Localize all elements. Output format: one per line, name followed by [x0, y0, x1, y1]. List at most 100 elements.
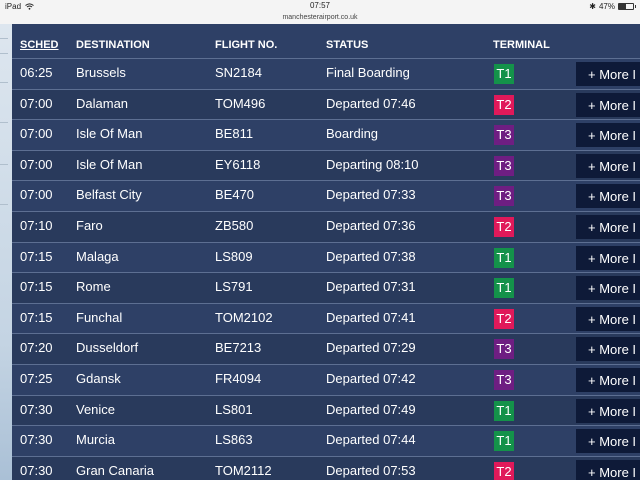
flight-row: 06:25 Brussels SN2184 Final Boarding T1 + Mor…: [12, 58, 640, 89]
flight-number: LS863: [215, 432, 253, 448]
destination: Brussels: [76, 65, 126, 80]
sched-time: 07:10: [20, 218, 53, 233]
battery-tip: [635, 5, 636, 8]
destination: Funchal: [76, 309, 123, 325]
status-bar: iPad 07:57 ✱ 47%: [0, 0, 640, 13]
flight-number: TOM496: [215, 95, 266, 111]
flight-row: 07:15 Rome LS791 Departed 07:31 T1 + More I: [12, 272, 640, 304]
clock: 07:57: [309, 1, 331, 10]
destination: Malaga: [76, 248, 119, 264]
terminal-badge: T1: [494, 278, 514, 299]
flight-row: 07:30 Gran Canaria TOM2112 Departed 07:53 T2…: [12, 455, 640, 480]
sched-time: 07:15: [20, 248, 53, 264]
more-info-button[interactable]: + More I: [576, 337, 640, 362]
more-info-button[interactable]: + More I: [576, 429, 640, 454]
flight-status: Departed 07:38: [326, 248, 416, 264]
flight-status: Departed 07:31: [326, 279, 416, 295]
more-info-button[interactable]: + More I: [576, 62, 640, 86]
sched-time: 07:00: [20, 187, 53, 203]
flight-row: 07:25 Gdansk FR4094 Departed 07:42 T3 + More …: [12, 364, 640, 395]
destination: Belfast City: [76, 187, 142, 203]
status-right: ✱ 47%: [589, 2, 636, 11]
more-info-button[interactable]: + More I: [576, 123, 640, 148]
flight-number: SN2184: [215, 65, 262, 80]
flight-row: 07:00 Belfast City BE470 Departed 07:33 T3 + …: [12, 180, 640, 211]
flight-number: TOM2112: [215, 462, 272, 478]
flight-number: TOM2102: [215, 309, 273, 325]
sched-time: 07:00: [20, 156, 53, 172]
terminal-badge: T2: [494, 94, 514, 115]
sched-time: 07:15: [20, 279, 53, 295]
more-info-button[interactable]: + More I: [576, 153, 640, 178]
flight-status: Departed 07:44: [326, 432, 416, 448]
more-info-button[interactable]: + More I: [576, 306, 640, 331]
flight-status: Departed 07:33: [326, 187, 416, 203]
flight-number: LS791: [215, 279, 253, 295]
more-info-button[interactable]: + More I: [576, 245, 640, 270]
terminal-badge: T3: [494, 125, 514, 146]
more-info-button[interactable]: + More I: [576, 398, 640, 423]
flight-number: ZB580: [215, 218, 254, 233]
flight-status: Departed 07:41: [326, 309, 416, 325]
terminal-badge: T2: [494, 308, 514, 329]
more-info-button[interactable]: + More I: [576, 184, 640, 209]
flight-status: Departed 07:42: [326, 371, 416, 386]
flight-row: 07:00 Isle Of Man EY6118 Departing 08:10 T3 +…: [12, 149, 640, 181]
terminal-badge: T3: [494, 155, 514, 176]
destination: Isle Of Man: [76, 156, 143, 172]
more-info-button[interactable]: + More I: [576, 215, 640, 239]
sched-time: 07:15: [20, 309, 53, 325]
header-status: STATUS: [326, 39, 369, 51]
flight-status: Departed 07:49: [326, 401, 416, 417]
destination: Gdansk: [76, 371, 121, 386]
terminal-badge: T3: [494, 339, 514, 360]
flight-number: BE470: [215, 187, 255, 203]
terminal-badge: T1: [494, 247, 514, 268]
more-info-button[interactable]: + More I: [576, 368, 640, 392]
divider: [0, 204, 8, 205]
sched-time: 07:20: [20, 340, 53, 356]
terminal-badge: T2: [494, 461, 514, 480]
terminal-badge: T3: [494, 370, 514, 390]
header-flight: FLIGHT NO.: [215, 39, 278, 51]
flight-number: EY6118: [215, 156, 261, 172]
flight-status: Departed 07:29: [326, 340, 416, 356]
terminal-badge: T1: [494, 431, 514, 452]
divider: [0, 164, 8, 165]
battery-percent: 47%: [598, 2, 615, 11]
divider: [0, 38, 8, 39]
bluetooth-icon: ✱: [589, 2, 596, 11]
flight-status: Final Boarding: [326, 65, 410, 80]
flight-row: 07:00 Dalaman TOM496 Departed 07:46 T2 + More…: [12, 88, 640, 120]
divider: [0, 122, 8, 123]
more-info-button[interactable]: + More I: [576, 92, 640, 117]
header-terminal: TERMINAL: [493, 39, 550, 51]
terminal-badge: T3: [494, 186, 514, 207]
flight-row: 07:20 Dusseldorf BE7213 Departed 07:29 T3 + M…: [12, 333, 640, 365]
sched-time: 07:30: [20, 401, 53, 417]
flight-row: 07:15 Malaga LS809 Departed 07:38 T1 + More I: [12, 241, 640, 273]
flight-row: 07:15 Funchal TOM2102 Departed 07:41 T2 + Mor…: [12, 302, 640, 334]
flight-row: 07:30 Murcia LS863 Departed 07:44 T1 + More I: [12, 425, 640, 456]
header-destination: DESTINATION: [76, 39, 150, 51]
terminal-badge: T1: [494, 64, 514, 84]
flight-status: Departing 08:10: [326, 156, 419, 172]
header-sched[interactable]: SCHED: [20, 39, 59, 51]
more-info-button[interactable]: + More I: [576, 459, 640, 480]
battery-icon: [618, 3, 634, 10]
divider: [0, 82, 8, 83]
flight-number: FR4094: [215, 371, 262, 386]
flight-number: BE7213: [215, 340, 262, 356]
sched-time: 07:00: [20, 95, 53, 111]
sched-time: 07:00: [20, 126, 53, 142]
terminal-badge: T1: [494, 400, 514, 421]
sched-time: 07:30: [20, 462, 53, 478]
destination: Gran Canaria: [76, 462, 155, 478]
destination: Faro: [76, 218, 103, 233]
terminal-badge: T2: [494, 217, 514, 237]
flight-status: Departed 07:53: [326, 462, 416, 478]
departures-board: SCHED DESTINATION FLIGHT NO. STATUS TERM…: [12, 24, 640, 480]
more-info-button[interactable]: + More I: [576, 276, 640, 301]
destination: Venice: [76, 401, 116, 417]
sched-time: 07:30: [20, 432, 53, 448]
